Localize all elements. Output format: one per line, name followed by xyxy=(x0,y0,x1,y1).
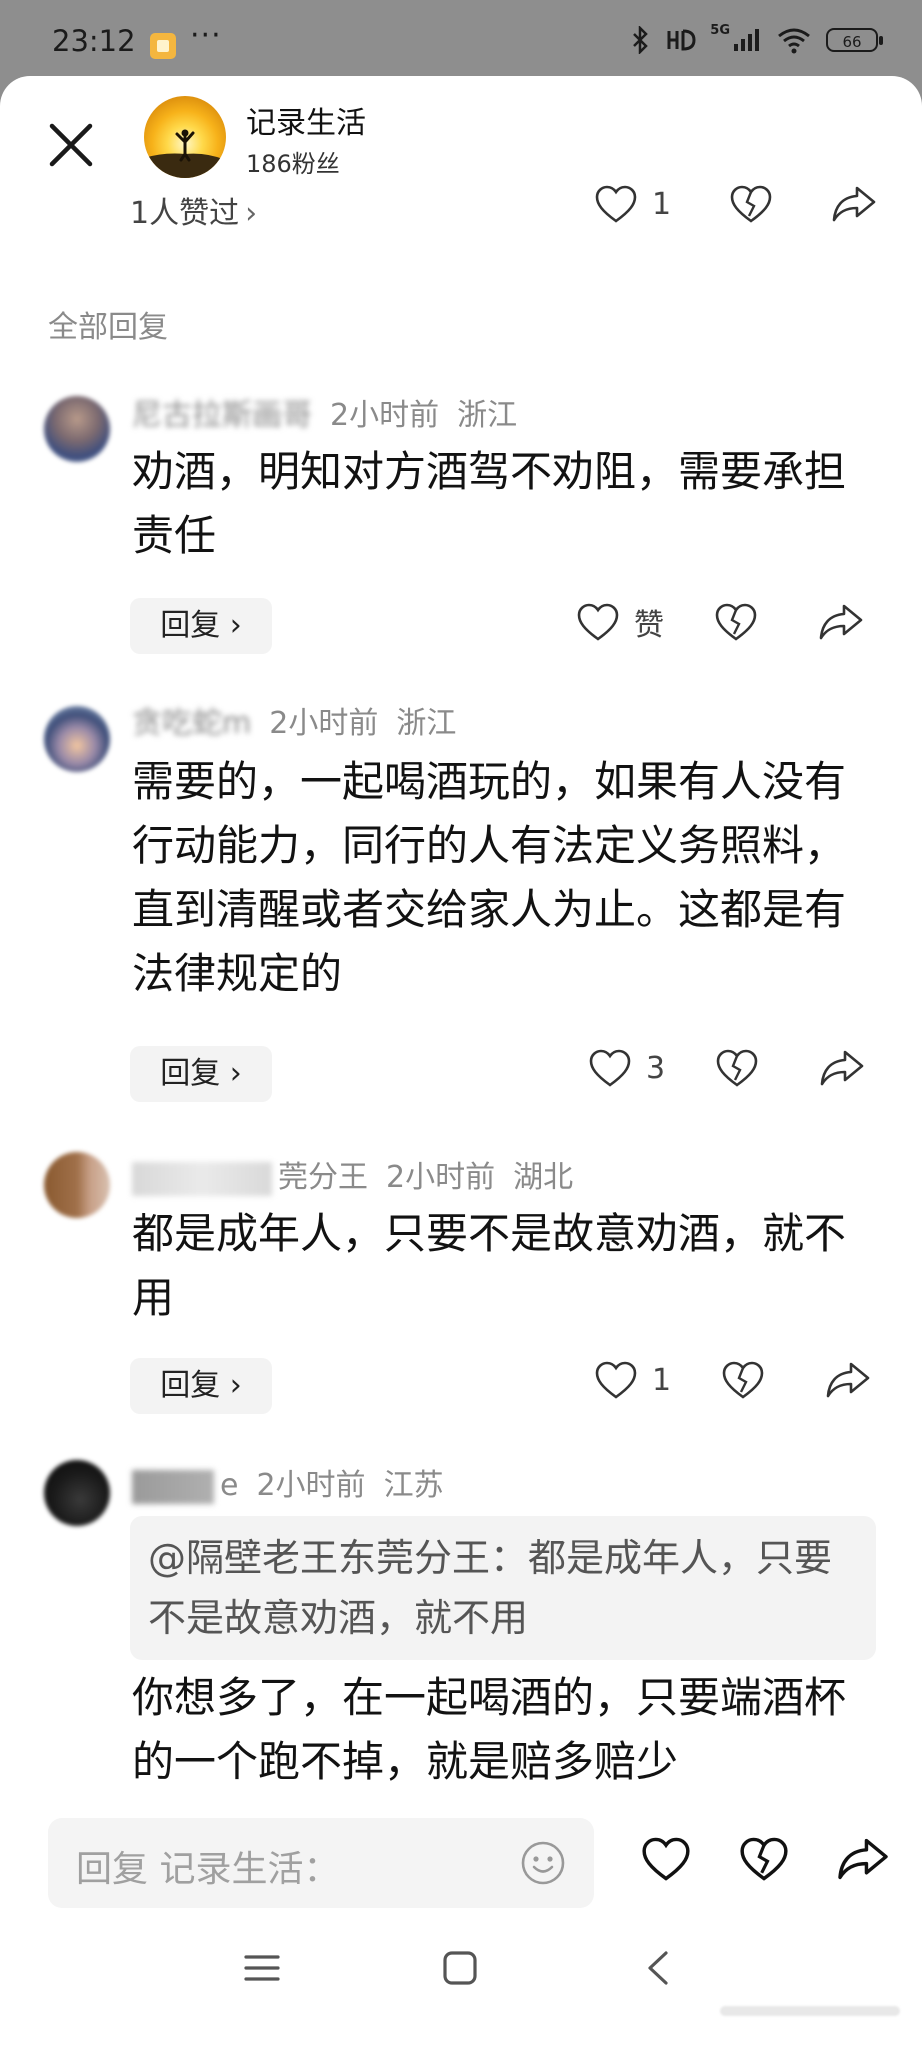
comment-meta: e 2小时前 江苏 xyxy=(132,1460,444,1504)
commenter-avatar[interactable] xyxy=(44,396,110,462)
reply-input-placeholder: 回复 记录生活： xyxy=(76,1849,340,1890)
comment-text[interactable]: 劝酒，明知对方酒驾不劝阻，需要承担责任 xyxy=(132,440,872,568)
home-square-icon[interactable] xyxy=(442,1950,478,1986)
close-icon[interactable] xyxy=(44,118,98,172)
network-type: 5G xyxy=(710,22,730,38)
comment-actions: 1 xyxy=(594,1360,871,1400)
reply-label: 回复 xyxy=(160,1368,221,1403)
status-bar: 23:12 ··· 5G 66 xyxy=(0,0,922,76)
commenter-avatar[interactable] xyxy=(44,1460,110,1526)
system-nav-bar xyxy=(0,1920,922,2048)
author-name[interactable]: 记录生活 xyxy=(246,98,366,142)
comment-sheet: 记录生活 186粉丝 1人赞过 › 1 全部回复 尼古拉斯画哥 2小时前 浙江 劝酒，… xyxy=(0,76,922,2048)
menu-icon[interactable] xyxy=(244,1950,280,1986)
emoji-icon[interactable] xyxy=(520,1840,566,1886)
commenter-name[interactable]: e xyxy=(220,1468,238,1503)
comment-time: 2小时前 xyxy=(330,398,440,433)
more-notifications-icon: ··· xyxy=(190,18,222,53)
reply-label: 回复 xyxy=(160,1056,221,1091)
heart-icon xyxy=(589,1049,631,1087)
comment-location: 江苏 xyxy=(383,1468,444,1503)
hd-volte-icon xyxy=(667,29,696,51)
post-actions: 1 xyxy=(594,184,877,224)
share-icon[interactable] xyxy=(825,1360,871,1400)
comment-time: 2小时前 xyxy=(386,1160,496,1195)
dislike-broken-heart-icon[interactable] xyxy=(738,1836,790,1882)
all-replies-label: 全部回复 xyxy=(48,310,168,345)
redacted-name-block xyxy=(132,1161,272,1196)
comment-like-count: 3 xyxy=(646,1050,666,1086)
comment-like-button[interactable]: 1 xyxy=(594,1360,671,1400)
heart-icon xyxy=(595,185,637,223)
comment-time: 2小时前 xyxy=(256,1468,366,1503)
comment-location: 浙江 xyxy=(457,398,518,433)
share-icon[interactable] xyxy=(819,1048,865,1088)
dislike-broken-heart-icon[interactable] xyxy=(714,602,758,642)
bluetooth-icon xyxy=(633,26,649,54)
commenter-avatar[interactable] xyxy=(44,1152,110,1218)
likes-summary[interactable]: 1人赞过 › xyxy=(130,188,257,232)
author-avatar[interactable] xyxy=(144,96,226,178)
author-fans-count: 186粉丝 xyxy=(246,150,340,178)
comment-meta: 莞分王 2小时前 湖北 xyxy=(132,1152,573,1196)
chevron-right-icon: › xyxy=(245,196,258,231)
comment-time: 2小时前 xyxy=(269,706,379,741)
dislike-broken-heart-icon[interactable] xyxy=(715,1048,759,1088)
notification-app-icon xyxy=(150,33,176,59)
comment-like-label: 赞 xyxy=(634,608,664,643)
reply-button[interactable]: 回复 › xyxy=(130,1358,272,1414)
comment-text[interactable]: 你想多了，在一起喝酒的，只要端酒杯的一个跑不掉，就是赔多赔少 xyxy=(132,1666,872,1794)
comment-actions: 赞 xyxy=(576,600,864,644)
comment-actions: 3 xyxy=(588,1048,865,1088)
share-icon[interactable] xyxy=(836,1836,890,1882)
status-time: 23:12 xyxy=(52,24,136,58)
reply-input[interactable]: 回复 记录生活： xyxy=(48,1818,594,1908)
share-icon[interactable] xyxy=(831,184,877,224)
like-heart-icon[interactable] xyxy=(640,1836,692,1882)
comment-text[interactable]: 都是成年人，只要不是故意劝酒，就不用 xyxy=(132,1202,872,1330)
commenter-name[interactable]: 莞分王 xyxy=(278,1160,368,1195)
reply-button[interactable]: 回复 › xyxy=(130,598,272,654)
back-icon[interactable] xyxy=(644,1950,674,1986)
comment-meta: 尼古拉斯画哥 2小时前 浙江 xyxy=(132,390,517,434)
dislike-broken-heart-icon[interactable] xyxy=(729,184,773,224)
comment-like-button[interactable]: 赞 xyxy=(576,600,664,644)
gesture-indicator xyxy=(720,2006,900,2016)
post-like-count: 1 xyxy=(652,186,672,222)
comment-like-count: 1 xyxy=(652,1362,672,1398)
commenter-name[interactable]: 贪吃蛇m xyxy=(132,706,251,741)
comment-like-button[interactable]: 3 xyxy=(588,1048,665,1088)
reply-label: 回复 xyxy=(160,608,221,643)
commenter-avatar[interactable] xyxy=(44,706,110,772)
comment-location: 浙江 xyxy=(396,706,457,741)
bottom-actions xyxy=(640,1836,890,1882)
comment-meta: 贪吃蛇m 2小时前 浙江 xyxy=(132,698,456,742)
comment-text[interactable]: 需要的，一起喝酒玩的，如果有人没有行动能力，同行的人有法定义务照料，直到清醒或者… xyxy=(132,750,872,1006)
commenter-name[interactable]: 尼古拉斯画哥 xyxy=(132,398,312,433)
likes-summary-label: 1人赞过 xyxy=(130,196,240,231)
dislike-broken-heart-icon[interactable] xyxy=(721,1360,765,1400)
quoted-reply[interactable]: @隔壁老王东莞分王：都是成年人，只要不是故意劝酒，就不用 xyxy=(130,1516,876,1660)
post-like-button[interactable]: 1 xyxy=(594,184,671,224)
heart-icon xyxy=(577,603,619,641)
status-indicators: 5G 66 xyxy=(630,22,883,54)
share-icon[interactable] xyxy=(818,602,864,642)
battery-indicator: 66 xyxy=(826,28,883,52)
heart-icon xyxy=(595,1361,637,1399)
comment-location: 湖北 xyxy=(513,1160,574,1195)
reply-button[interactable]: 回复 › xyxy=(130,1046,272,1102)
redacted-name-block xyxy=(132,1469,214,1504)
signal-icon xyxy=(734,29,759,51)
wifi-icon xyxy=(778,28,810,54)
